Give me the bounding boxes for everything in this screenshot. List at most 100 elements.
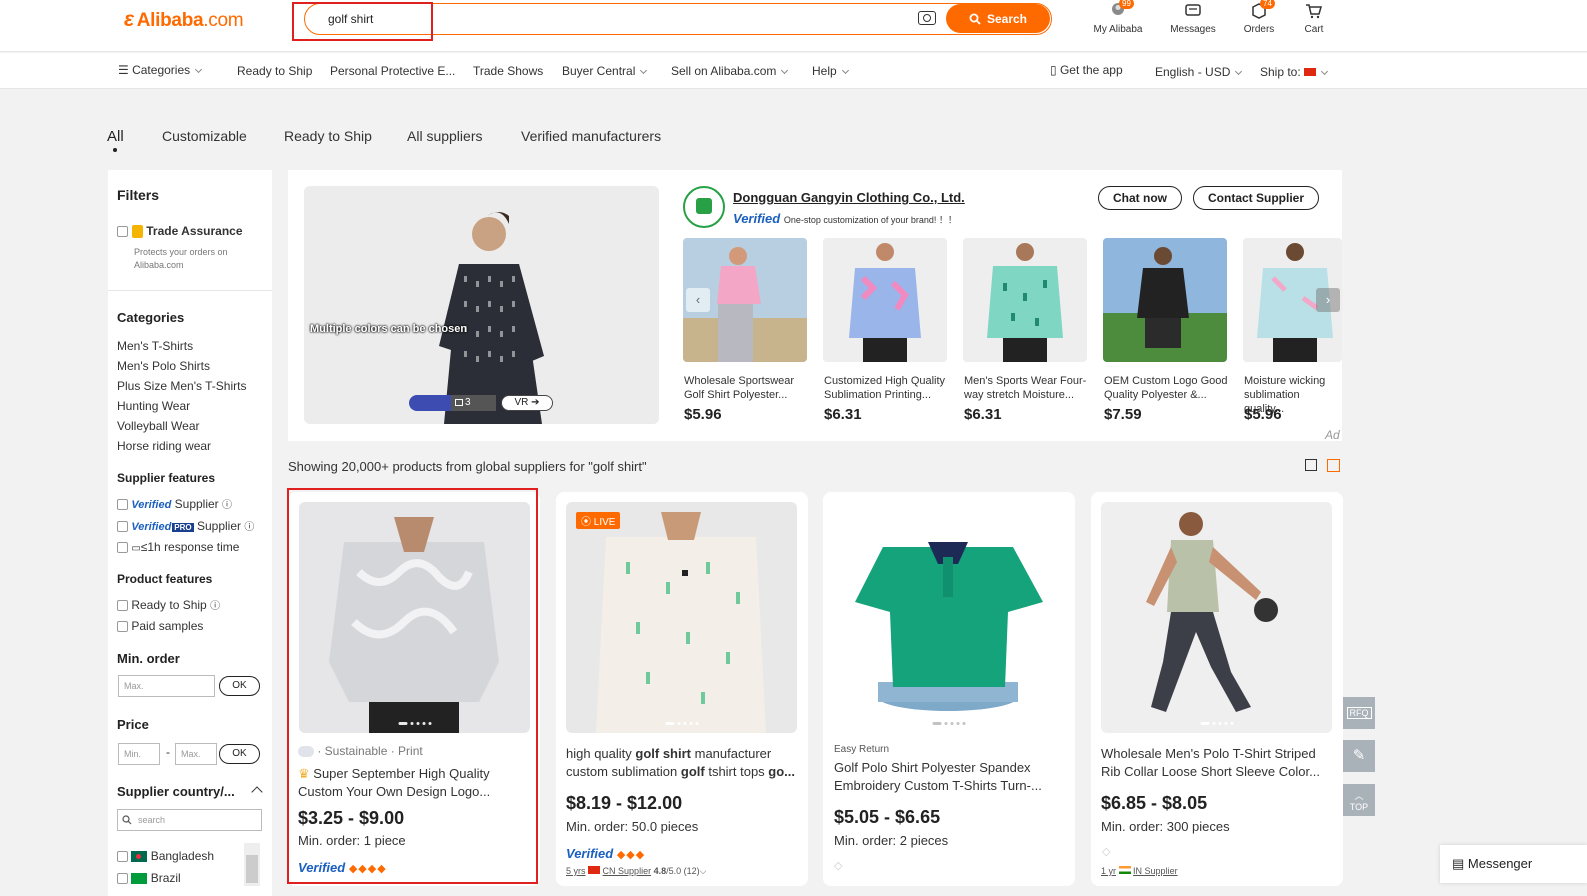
categories-menu[interactable]: ☰ Categories [118, 63, 203, 77]
checkbox[interactable] [117, 226, 128, 238]
tab-all-suppliers[interactable]: All suppliers [407, 128, 482, 144]
live-badge[interactable]: ⦿ LIVE [576, 512, 621, 529]
orders-link[interactable]: 74 Orders [1229, 0, 1289, 35]
list-view-icon[interactable] [1305, 459, 1317, 471]
country-option-brazil[interactable]: Brazil [117, 871, 181, 885]
video-icon[interactable] [409, 395, 451, 411]
product-image[interactable] [833, 502, 1064, 733]
easy-return-tag: Easy Return [834, 744, 890, 755]
price-ok-button[interactable]: OK [219, 744, 260, 764]
min-price-input[interactable]: Min. [118, 743, 160, 765]
supplier-country-heading[interactable]: Supplier country/... [117, 784, 235, 799]
category-link[interactable]: Plus Size Men's T-Shirts [117, 379, 246, 393]
category-link[interactable]: Men's Polo Shirts [117, 359, 210, 373]
ready-to-ship-filter[interactable]: Ready to Ship ⓘ [117, 597, 220, 612]
image-icon [455, 399, 463, 406]
language-currency-select[interactable]: English - USD [1155, 65, 1243, 79]
camera-search-icon[interactable] [918, 11, 936, 25]
alibaba-logo[interactable]: ε Alibaba.com [124, 8, 244, 32]
messenger-button[interactable]: ▤ Messenger [1440, 845, 1587, 883]
nav-ready-to-ship[interactable]: Ready to Ship [237, 64, 312, 78]
tab-ready-to-ship[interactable]: Ready to Ship [284, 128, 372, 144]
product-title[interactable]: high quality golf shirt manufacturer cus… [566, 745, 799, 781]
country-option-bangladesh[interactable]: Bangladesh [117, 849, 214, 863]
contact-supplier-button[interactable]: Contact Supplier [1193, 186, 1320, 210]
verified-pro-supplier-filter[interactable]: Verified PRO Supplier ⓘ [117, 518, 254, 533]
chevron-up-icon: ︿ [1354, 791, 1364, 801]
category-link[interactable]: Hunting Wear [117, 399, 190, 413]
india-flag-icon [1118, 866, 1131, 874]
image-carousel-dots[interactable] [932, 722, 965, 725]
tab-all[interactable]: All [107, 128, 124, 145]
ad-product-title[interactable]: Customized High Quality Sublimation Prin… [824, 374, 950, 402]
grid-view-icon[interactable] [1327, 459, 1340, 472]
chevron-down-icon [841, 66, 849, 75]
checkbox[interactable] [117, 499, 128, 511]
trade-assurance-filter[interactable]: Trade Assurance [117, 223, 243, 239]
response-time-filter[interactable]: ▭≤1h response time [117, 540, 239, 554]
my-alibaba-link[interactable]: 99 My Alibaba [1088, 0, 1148, 35]
tab-verified-manufacturers[interactable]: Verified manufacturers [521, 128, 661, 144]
supplier-info-line: 5 yrs CN Supplier 4.8/5.0 (12)⌵ [566, 866, 707, 876]
nav-sell[interactable]: Sell on Alibaba.com [671, 64, 789, 78]
country-search-input[interactable]: search [117, 809, 262, 831]
nav-trade-shows[interactable]: Trade Shows [473, 64, 543, 78]
carousel-next-button[interactable]: › [1316, 288, 1340, 312]
supplier-name-link[interactable]: Dongguan Gangyin Clothing Co., Ltd. [733, 190, 965, 205]
nav-ppe[interactable]: Personal Protective E... [330, 64, 455, 78]
checkbox[interactable] [117, 521, 128, 533]
cart-link[interactable]: Cart [1284, 2, 1344, 35]
category-link[interactable]: Volleyball Wear [117, 419, 200, 433]
tab-customizable[interactable]: Customizable [162, 128, 247, 144]
get-app-link[interactable]: ▯ Get the app [1050, 63, 1123, 77]
search-button[interactable]: Search [946, 4, 1050, 33]
carousel-prev-button[interactable]: ‹ [686, 288, 710, 312]
verified-supplier-filter[interactable]: Verified Supplier ⓘ [117, 496, 232, 511]
min-order-ok-button[interactable]: OK [219, 676, 260, 696]
max-price-input[interactable]: Max. [175, 743, 217, 765]
category-link[interactable]: Horse riding wear [117, 439, 211, 453]
ad-product-title[interactable]: Wholesale Sportswear Golf Shirt Polyeste… [684, 374, 810, 402]
product-title[interactable]: Golf Polo Shirt Polyester Spandex Embroi… [834, 759, 1059, 795]
info-icon: ⓘ [222, 500, 233, 511]
chat-now-button[interactable]: Chat now [1098, 186, 1182, 210]
ad-product-image[interactable] [823, 238, 947, 362]
ad-product-image[interactable] [963, 238, 1087, 362]
price-heading: Price [117, 717, 149, 732]
product-title[interactable]: Wholesale Men's Polo T-Shirt Striped Rib… [1101, 745, 1326, 781]
vr-button[interactable]: VR ➔ [501, 395, 553, 411]
nav-help[interactable]: Help [812, 64, 849, 78]
product-min-order: Min. order: 50.0 pieces [566, 819, 699, 834]
back-to-top-button[interactable]: ︿ TOP [1343, 784, 1375, 816]
nav-buyer-central[interactable]: Buyer Central [562, 64, 648, 78]
checkbox[interactable] [117, 621, 128, 633]
checkbox[interactable] [117, 851, 128, 863]
checkbox[interactable] [117, 873, 128, 885]
checkbox[interactable] [117, 542, 128, 554]
ad-product-title[interactable]: OEM Custom Logo Good Quality Polyester &… [1104, 374, 1230, 402]
checkbox[interactable] [117, 600, 128, 612]
chevron-down-icon[interactable]: ⌵ [700, 866, 707, 876]
supplier-logo[interactable] [683, 186, 725, 228]
country-list-scrollbar[interactable] [244, 843, 260, 886]
min-order-input[interactable]: Max. [118, 675, 215, 697]
image-carousel-dots[interactable] [1200, 722, 1233, 725]
ad-video-thumbnail[interactable] [304, 186, 659, 424]
category-link[interactable]: Men's T-Shirts [117, 339, 193, 353]
ad-product-title[interactable]: Men's Sports Wear Four-way stretch Moist… [964, 374, 1090, 402]
paid-samples-filter[interactable]: Paid samples [117, 619, 203, 633]
product-image[interactable] [1101, 502, 1332, 733]
rfq-button[interactable]: RFQ [1343, 697, 1375, 729]
chevron-down-icon [1321, 67, 1329, 76]
image-count-badge[interactable]: 3 [451, 395, 496, 411]
ad-product-image[interactable] [1103, 238, 1227, 362]
flag-icon [1304, 68, 1317, 76]
messages-link[interactable]: Messages [1163, 2, 1223, 35]
product-features-heading: Product features [117, 572, 213, 586]
feedback-icon[interactable]: ✎ [1343, 740, 1375, 772]
chevron-down-icon [640, 66, 648, 75]
image-carousel-dots[interactable] [665, 722, 698, 725]
product-image[interactable] [566, 502, 797, 733]
ship-to-select[interactable]: Ship to: [1260, 65, 1329, 79]
product-price: $5.05 - $6.65 [834, 807, 941, 827]
